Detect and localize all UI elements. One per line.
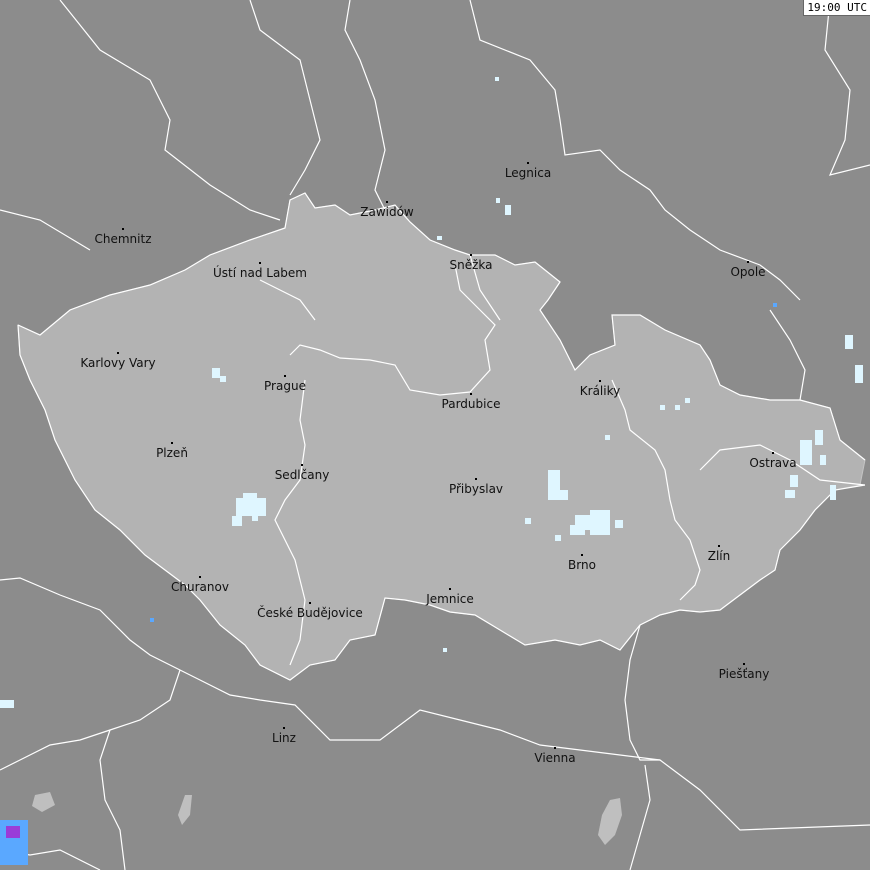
city-marker-opole <box>747 261 749 263</box>
city-label-usti: Ústí nad Labem <box>213 265 307 280</box>
city-marker-ostrava <box>772 452 774 454</box>
city-label-churanov: Churanov <box>171 580 229 594</box>
city-label-brno: Brno <box>568 558 596 572</box>
city-label-sedlcany: Sedlčany <box>275 468 330 482</box>
city-label-jemnice: Jemnice <box>425 592 474 606</box>
city-marker-plzen <box>171 442 173 444</box>
city-marker-brno <box>581 554 583 556</box>
city-marker-linz <box>283 727 285 729</box>
city-label-pribyslav: Přibyslav <box>449 482 503 496</box>
city-label-pardubice: Pardubice <box>442 397 501 411</box>
city-label-kraliky: Králiky <box>580 384 620 398</box>
city-marker-usti <box>259 262 261 264</box>
city-label-snezka: Sněžka <box>450 258 493 272</box>
city-marker-chemnitz <box>122 228 124 230</box>
city-label-piestany: Piešťany <box>719 667 770 681</box>
city-marker-prague <box>284 375 286 377</box>
city-label-chemnitz: Chemnitz <box>95 232 152 246</box>
city-marker-churanov <box>199 576 201 578</box>
city-label-ceske-budejovice: České Budějovice <box>257 605 363 620</box>
city-marker-piestany <box>743 663 745 665</box>
city-label-opole: Opole <box>730 265 765 279</box>
city-label-linz: Linz <box>272 731 296 745</box>
city-label-plzen: Plzeň <box>156 446 188 460</box>
city-label-zawidow: Zawidów <box>360 205 414 219</box>
city-marker-pribyslav <box>475 478 477 480</box>
city-marker-kraliky <box>599 380 601 382</box>
city-marker-ceske-budejovice <box>309 602 311 604</box>
city-label-karlovy-vary: Karlovy Vary <box>80 356 155 370</box>
city-marker-karlovy-vary <box>117 352 119 354</box>
city-marker-zawidow <box>386 201 388 203</box>
city-marker-snezka <box>470 254 472 256</box>
city-marker-pardubice <box>470 393 472 395</box>
city-label-zlin: Zlín <box>708 549 731 563</box>
city-label-legnica: Legnica <box>505 166 551 180</box>
city-label-prague: Prague <box>264 379 306 393</box>
city-marker-sedlcany <box>301 464 303 466</box>
city-marker-legnica <box>527 162 529 164</box>
city-label-ostrava: Ostrava <box>749 456 796 470</box>
timestamp-badge: 19:00 UTC <box>803 0 870 16</box>
city-marker-zlin <box>718 545 720 547</box>
lightning-map[interactable]: Chemnitz Ústí nad Labem Zawidów Legnica Sněž… <box>0 0 870 870</box>
city-label-vienna: Vienna <box>534 751 575 765</box>
city-marker-jemnice <box>449 588 451 590</box>
city-marker-vienna <box>554 747 556 749</box>
